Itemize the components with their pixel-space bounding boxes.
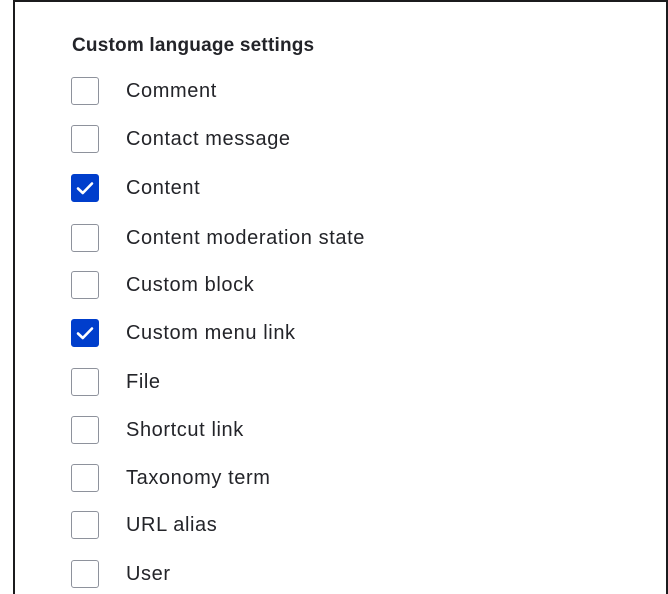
option-label: Custom menu link: [126, 321, 296, 344]
checkbox[interactable]: [71, 319, 99, 347]
option-label: File: [126, 370, 161, 393]
section-title: Custom language settings: [72, 35, 315, 56]
option-comment[interactable]: Comment: [71, 76, 217, 106]
checkbox[interactable]: [71, 224, 99, 252]
option-file[interactable]: File: [71, 367, 161, 397]
option-label: Content moderation state: [126, 226, 365, 249]
checkbox[interactable]: [71, 271, 99, 299]
checkmark-icon: [76, 327, 94, 340]
checkbox[interactable]: [71, 174, 99, 202]
option-contact-message[interactable]: Contact message: [71, 124, 291, 154]
option-label: Comment: [126, 79, 217, 102]
checkbox[interactable]: [71, 368, 99, 396]
checkbox[interactable]: [71, 464, 99, 492]
option-label: Shortcut link: [126, 418, 244, 441]
checkbox[interactable]: [71, 125, 99, 153]
settings-panel: Custom language settings Comment Contact…: [13, 0, 668, 594]
option-label: Content: [126, 176, 201, 199]
checkmark-icon: [76, 182, 94, 195]
option-label: Taxonomy term: [126, 466, 271, 489]
option-label: URL alias: [126, 513, 218, 536]
option-url-alias[interactable]: URL alias: [71, 510, 217, 540]
option-taxonomy-term[interactable]: Taxonomy term: [71, 463, 271, 493]
option-custom-block[interactable]: Custom block: [71, 270, 254, 300]
option-content[interactable]: Content: [71, 173, 200, 203]
option-label: Contact message: [126, 127, 291, 150]
checkbox[interactable]: [71, 416, 99, 444]
option-content-moderation-state[interactable]: Content moderation state: [71, 223, 365, 253]
checkbox[interactable]: [71, 77, 99, 105]
checkbox[interactable]: [71, 560, 99, 588]
option-label: User: [126, 562, 171, 585]
option-shortcut-link[interactable]: Shortcut link: [71, 415, 244, 445]
option-custom-menu-link[interactable]: Custom menu link: [71, 318, 296, 348]
option-label: Custom block: [126, 273, 255, 296]
checkbox[interactable]: [71, 511, 99, 539]
option-user[interactable]: User: [71, 559, 171, 589]
